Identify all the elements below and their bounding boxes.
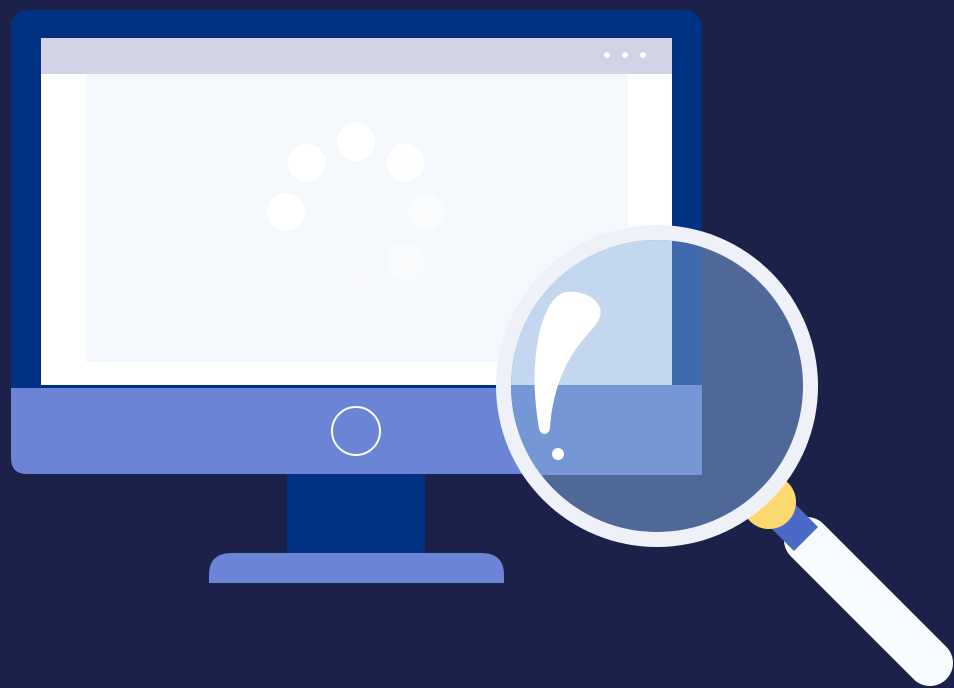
spinner-dot bbox=[337, 263, 375, 301]
spinner-dot bbox=[386, 242, 425, 281]
window-title-bar bbox=[41, 38, 672, 74]
monitor-stand-base bbox=[209, 553, 504, 583]
window-control-dot[interactable] bbox=[604, 52, 610, 58]
spinner-dot bbox=[287, 242, 326, 281]
spinner-dot bbox=[287, 143, 326, 182]
lens-magnified-frame bbox=[672, 240, 702, 385]
illustration bbox=[0, 0, 954, 688]
spinner-dot bbox=[267, 193, 305, 231]
monitor-stand-neck bbox=[287, 470, 425, 556]
lens-glare-dot bbox=[552, 448, 564, 460]
spinner-dot bbox=[407, 193, 445, 231]
window-control-dot[interactable] bbox=[640, 52, 646, 58]
spinner-dot bbox=[337, 123, 375, 161]
window-control-dot[interactable] bbox=[622, 52, 628, 58]
spinner-dot bbox=[386, 143, 425, 182]
